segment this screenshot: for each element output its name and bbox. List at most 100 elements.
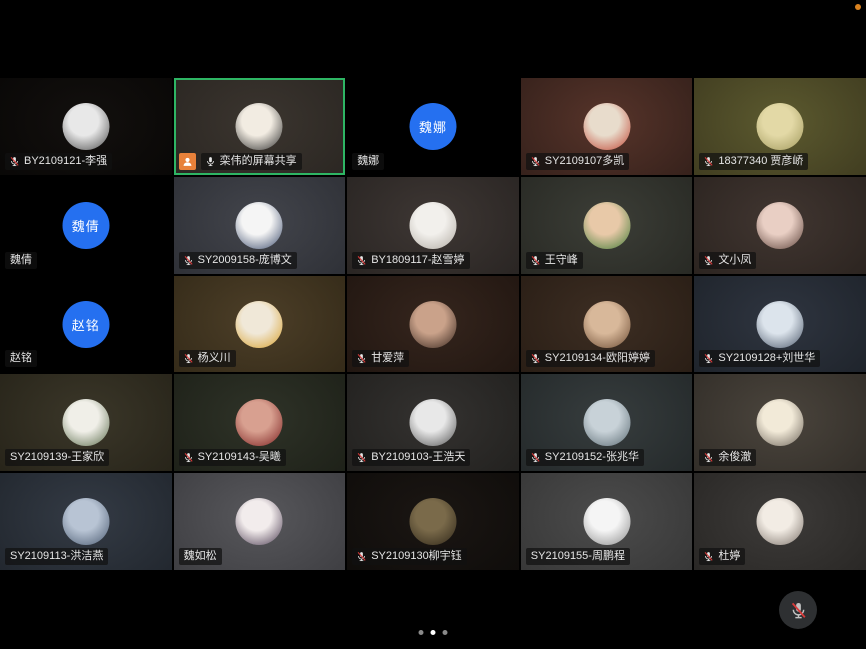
mic-muted-icon [530, 452, 541, 463]
participant-tile[interactable]: 魏娜 魏娜 [347, 78, 519, 175]
participant-tile[interactable]: SY2009158-庞博文 [174, 177, 346, 274]
avatar [583, 202, 630, 249]
participant-name: BY2109121-李强 [24, 155, 107, 168]
participant-tile[interactable]: BY1809117-赵雪婷 [347, 177, 519, 274]
participant-label: 栾伟的屏幕共享 [201, 153, 302, 170]
tile-label-bar: SY2109134-欧阳婷婷 [526, 350, 655, 367]
participant-tile[interactable]: SY2109152-张兆华 [521, 374, 693, 471]
participant-tile[interactable]: SY2109155-周鹏程 [521, 473, 693, 570]
avatar [236, 301, 283, 348]
mic-toggle-button[interactable] [779, 591, 817, 629]
participant-tile[interactable]: 余俊澈 [694, 374, 866, 471]
participant-name: 魏娜 [357, 155, 379, 168]
participant-tile[interactable]: 18377340 贾彦峤 [694, 78, 866, 175]
participant-label: SY2109152-张兆华 [526, 449, 644, 466]
participant-tile[interactable]: 魏如松 [174, 473, 346, 570]
avatar [409, 301, 456, 348]
participant-tile[interactable]: BY2109103-王浩天 [347, 374, 519, 471]
mic-muted-icon [789, 601, 808, 620]
participant-label: 杜婷 [699, 548, 745, 565]
mic-muted-icon [703, 551, 714, 562]
avatar [62, 399, 109, 446]
participant-label: 赵铭 [5, 350, 37, 367]
participant-label: SY2109128+刘世华 [699, 350, 820, 367]
participant-tile[interactable]: 赵铭 赵铭 [0, 276, 172, 373]
participant-tile[interactable]: 杜婷 [694, 473, 866, 570]
tile-label-bar: BY1809117-赵雪婷 [352, 252, 469, 269]
avatar [583, 103, 630, 150]
participant-tile[interactable]: SY2109143-吴曦 [174, 374, 346, 471]
avatar [409, 498, 456, 545]
participant-grid: BY2109121-李强 栾伟的屏幕共享 魏娜 魏娜 [0, 78, 866, 570]
page-dot[interactable] [443, 630, 448, 635]
participant-tile[interactable]: 栾伟的屏幕共享 [174, 78, 346, 175]
participant-label: 余俊澈 [699, 449, 756, 466]
participant-label: 魏倩 [5, 252, 37, 269]
participant-name: 栾伟的屏幕共享 [220, 155, 297, 168]
avatar [62, 498, 109, 545]
participant-name: SY2109134-欧阳婷婷 [545, 352, 650, 365]
participant-name: 杜婷 [718, 550, 740, 563]
participant-name: BY2109103-王浩天 [371, 451, 465, 464]
avatar: 魏倩 [62, 202, 109, 249]
participant-tile[interactable]: 魏倩 魏倩 [0, 177, 172, 274]
participant-name: 文小凤 [718, 254, 751, 267]
tile-label-bar: SY2109113-洪洁燕 [5, 548, 108, 565]
participant-label: SY2009158-庞博文 [179, 252, 297, 269]
tile-label-bar: 余俊澈 [699, 449, 756, 466]
participant-label: BY2109121-李强 [5, 153, 112, 170]
participant-label: 杨义川 [179, 350, 236, 367]
participant-tile[interactable]: 王守峰 [521, 177, 693, 274]
participant-name: 王守峰 [545, 254, 578, 267]
participant-label: SY2109130柳宇钰 [352, 548, 467, 565]
tile-label-bar: 文小凤 [699, 252, 756, 269]
mic-muted-icon [205, 156, 216, 167]
tile-label-bar: 魏如松 [179, 548, 222, 565]
participant-label: 王守峰 [526, 252, 583, 269]
participant-label: BY1809117-赵雪婷 [352, 252, 469, 269]
participant-tile[interactable]: SY2109134-欧阳婷婷 [521, 276, 693, 373]
participant-tile[interactable]: 甘爱萍 [347, 276, 519, 373]
tile-label-bar: BY2109121-李强 [5, 153, 112, 170]
tile-label-bar: 赵铭 [5, 350, 37, 367]
bottom-bar [0, 570, 866, 649]
participant-name: SY2109128+刘世华 [718, 352, 815, 365]
participant-name: BY1809117-赵雪婷 [371, 254, 464, 267]
tile-label-bar: SY2109152-张兆华 [526, 449, 644, 466]
participant-name: 杨义川 [198, 352, 231, 365]
avatar [583, 301, 630, 348]
participant-label: 魏如松 [179, 548, 222, 565]
mic-muted-icon [356, 353, 367, 364]
participant-tile[interactable]: SY2109130柳宇钰 [347, 473, 519, 570]
participant-label: 甘爱萍 [352, 350, 409, 367]
tile-label-bar: SY2109139-王家欣 [5, 449, 109, 466]
tile-label-bar: BY2109103-王浩天 [352, 449, 470, 466]
avatar [583, 498, 630, 545]
mic-muted-icon [356, 452, 367, 463]
participant-tile[interactable]: BY2109121-李强 [0, 78, 172, 175]
participant-name: SY2109139-王家欣 [10, 451, 104, 464]
mic-muted-icon [356, 255, 367, 266]
participant-tile[interactable]: SY2109107多凯 [521, 78, 693, 175]
tile-label-bar: SY2109143-吴曦 [179, 449, 286, 466]
participant-label: 18377340 贾彦峤 [699, 153, 808, 170]
participant-name: 赵铭 [10, 352, 32, 365]
participant-tile[interactable]: 杨义川 [174, 276, 346, 373]
participant-name: SY2109113-洪洁燕 [10, 550, 103, 563]
participant-tile[interactable]: 文小凤 [694, 177, 866, 274]
avatar [757, 301, 804, 348]
avatar [757, 498, 804, 545]
participant-tile[interactable]: SY2109128+刘世华 [694, 276, 866, 373]
participant-tile[interactable]: SY2109139-王家欣 [0, 374, 172, 471]
tile-label-bar: 魏娜 [352, 153, 384, 170]
mic-muted-icon [183, 452, 194, 463]
participant-tile[interactable]: SY2109113-洪洁燕 [0, 473, 172, 570]
mic-muted-icon [530, 353, 541, 364]
page-dot[interactable] [419, 630, 424, 635]
page-dot[interactable] [431, 630, 436, 635]
participant-name: SY2109130柳宇钰 [371, 550, 462, 563]
participant-name: SY2009158-庞博文 [198, 254, 292, 267]
tile-label-bar: SY2009158-庞博文 [179, 252, 297, 269]
tile-label-bar: 18377340 贾彦峤 [699, 153, 808, 170]
mic-muted-icon [703, 156, 714, 167]
